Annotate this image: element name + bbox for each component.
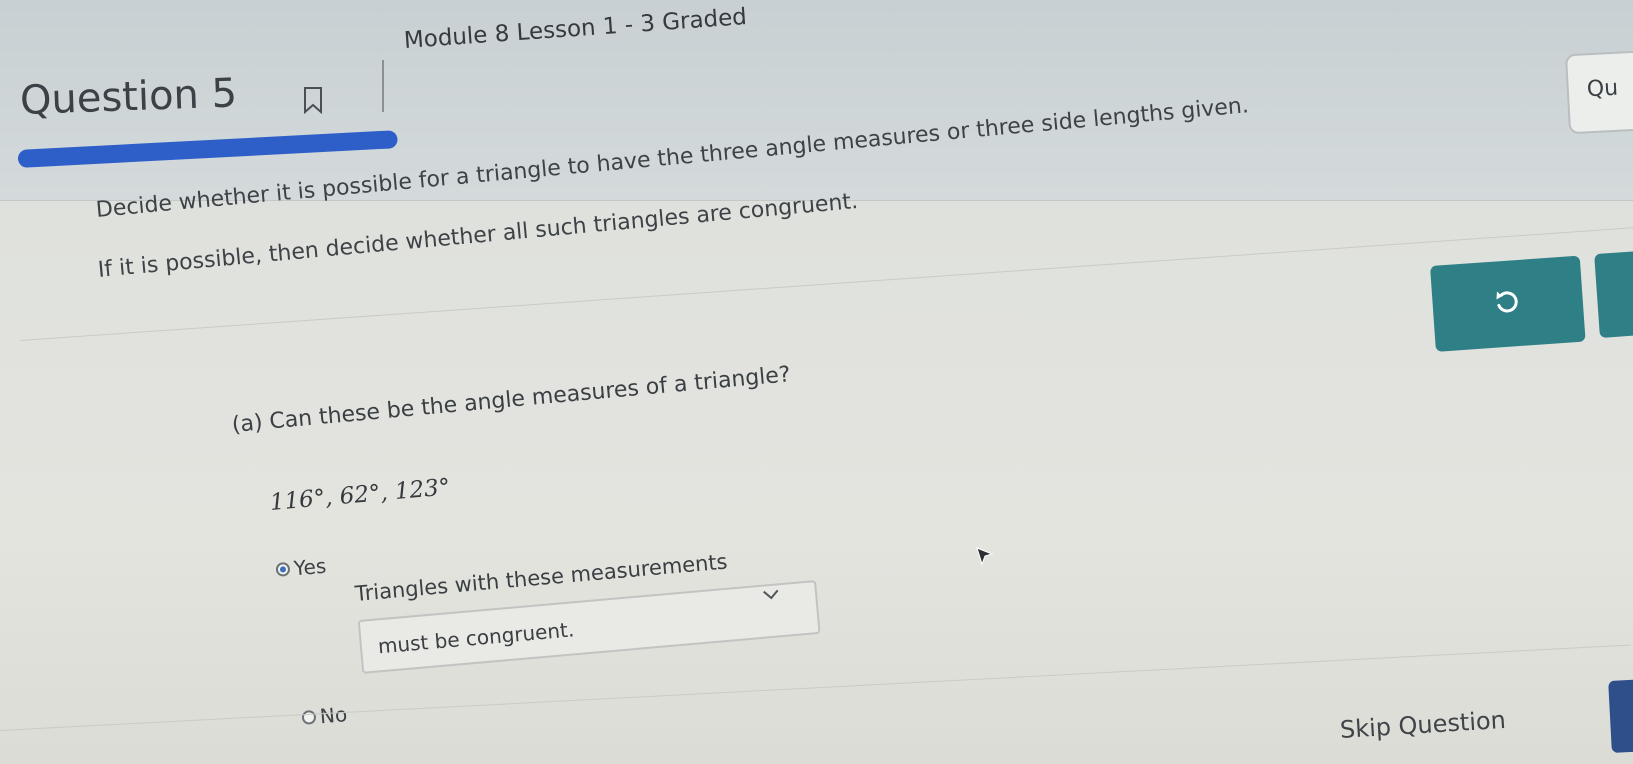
screen: Question 5 Module 8 Lesson 1 - 3 Graded … (0, 0, 1633, 764)
radio-yes-circle[interactable] (275, 561, 291, 577)
redo-button[interactable] (1430, 255, 1586, 352)
header-divider (382, 60, 384, 112)
bookmark-icon[interactable] (302, 86, 324, 114)
header-bar (0, 0, 1633, 201)
radio-no-circle[interactable] (301, 709, 317, 725)
radio-yes-label: Yes (292, 553, 328, 581)
side-tab-label: Qu (1586, 75, 1619, 103)
side-tab-question[interactable]: Qu (1564, 49, 1633, 135)
congruence-select-value: must be congruent. (376, 617, 576, 659)
side-action-button[interactable] (1594, 250, 1633, 338)
skip-question-button[interactable]: Skip Question (1339, 706, 1506, 744)
question-title: Question 5 (19, 70, 238, 124)
part-a-question: (a) Can these be the angle measures of a… (230, 362, 792, 438)
angle-measures: 116°, 62°, 123° (268, 474, 452, 516)
mouse-cursor-icon (976, 547, 994, 566)
redo-icon (1496, 291, 1518, 313)
radio-no[interactable]: No (301, 702, 348, 730)
next-button[interactable] (1608, 679, 1633, 753)
chevron-down-icon (763, 589, 779, 600)
radio-no-label: No (318, 702, 349, 729)
radio-yes[interactable]: Yes (275, 554, 327, 582)
